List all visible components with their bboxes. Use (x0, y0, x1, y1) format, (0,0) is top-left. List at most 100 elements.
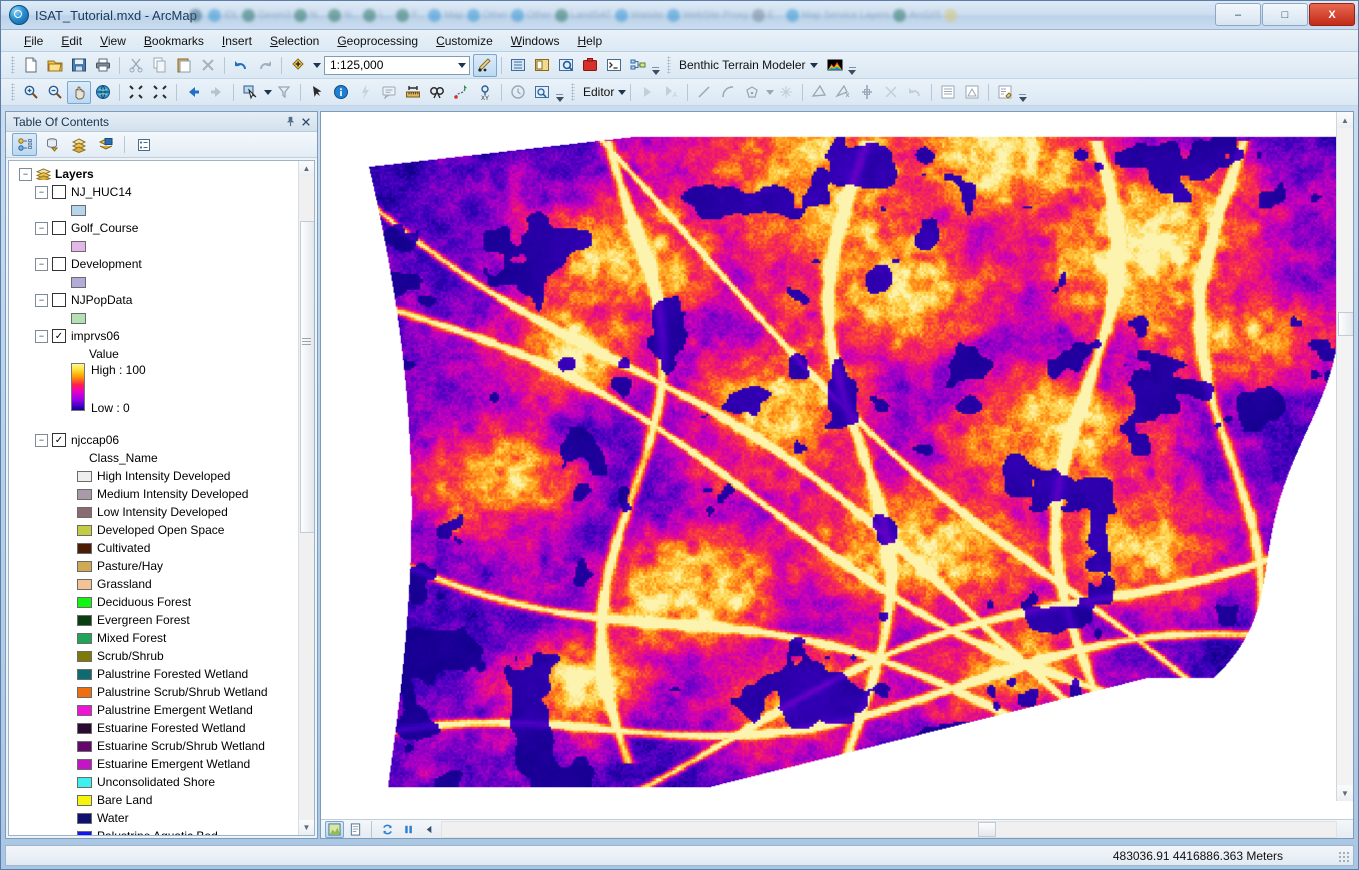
expand-icon[interactable]: − (35, 433, 48, 447)
toc-layer-njpopdata[interactable]: − NJPopData (15, 291, 299, 309)
maximize-button[interactable]: □ (1262, 3, 1308, 26)
layout-view-icon[interactable] (346, 821, 365, 838)
toc-class-item[interactable]: Cultivated (15, 539, 299, 557)
editor-dropdown-icon[interactable] (618, 89, 627, 95)
create-viewer-window-icon[interactable] (530, 81, 554, 104)
tools-toolbar-overflow-icon[interactable] (554, 82, 565, 102)
toc-root-layers[interactable]: − Layers (15, 165, 299, 183)
editor-menu-label[interactable]: Editor (579, 85, 618, 99)
hyperlink-icon[interactable] (353, 81, 377, 104)
map-scale-combo[interactable]: 1:125,000 (324, 55, 470, 75)
expand-icon[interactable]: − (19, 167, 32, 181)
undo-icon[interactable] (229, 54, 253, 77)
toc-layer-nj_huc14[interactable]: − NJ_HUC14 (15, 183, 299, 201)
close-button[interactable]: X (1309, 3, 1355, 26)
map-hscrollbar-thumb[interactable] (978, 822, 997, 837)
back-extent-icon[interactable] (181, 81, 205, 104)
menu-item-bookmarks[interactable]: Bookmarks (135, 32, 213, 50)
curve-segment-icon[interactable] (716, 81, 740, 104)
python-window-icon[interactable] (602, 54, 626, 77)
time-slider-icon[interactable] (506, 81, 530, 104)
chevron-down-icon[interactable] (458, 62, 466, 68)
background-window-item[interactable]: Geom3 (242, 8, 291, 22)
toc-class-item[interactable]: Low Intensity Developed (15, 503, 299, 521)
search-icon[interactable] (554, 54, 578, 77)
save-icon[interactable] (67, 54, 91, 77)
rotate-tool-icon[interactable] (879, 81, 903, 104)
edit-annotation-icon[interactable]: A (659, 81, 683, 104)
toc-layer-golf_course[interactable]: − Golf_Course (15, 219, 299, 237)
map-vertical-scrollbar[interactable]: ▲ ▼ (1336, 112, 1353, 801)
menu-item-geoprocessing[interactable]: Geoprocessing (328, 32, 427, 50)
map-scrollbar-thumb[interactable] (1338, 312, 1353, 336)
edit-vertices-icon[interactable] (774, 81, 798, 104)
benthic-toolbar-overflow-icon[interactable] (847, 55, 858, 75)
background-window-item[interactable]: L... (362, 8, 393, 22)
menu-item-edit[interactable]: Edit (52, 32, 91, 50)
toc-class-item[interactable]: Mixed Forest (15, 629, 299, 647)
data-view-icon[interactable] (325, 820, 344, 838)
toc-class-item[interactable]: Evergreen Forest (15, 611, 299, 629)
find-icon[interactable] (425, 81, 449, 104)
background-window-item[interactable]: ArcGIS (892, 8, 941, 22)
toc-class-item[interactable]: High Intensity Developed (15, 467, 299, 485)
map-data-view[interactable]: ▲ ▼ (321, 112, 1353, 819)
menu-item-view[interactable]: View (91, 32, 135, 50)
toc-class-item[interactable]: Water (15, 809, 299, 827)
editor-toolbar-icon[interactable] (473, 53, 497, 77)
paste-icon[interactable] (172, 54, 196, 77)
add-data-icon[interactable] (286, 54, 310, 77)
pause-drawing-icon[interactable] (399, 821, 418, 838)
zoom-out-icon[interactable] (43, 81, 67, 104)
expand-icon[interactable]: − (35, 221, 48, 235)
arctoolbox-icon[interactable] (578, 54, 602, 77)
background-window-item[interactable]: LandSAT (554, 8, 612, 22)
pan-icon[interactable] (67, 80, 91, 104)
select-features-dropdown-icon[interactable] (264, 89, 272, 95)
print-icon[interactable] (91, 54, 115, 77)
full-extent-icon[interactable] (91, 81, 115, 104)
find-route-icon[interactable] (449, 81, 473, 104)
benthic-dropdown-icon[interactable] (809, 62, 818, 68)
background-window-item[interactable]: Other (466, 8, 508, 22)
select-features-icon[interactable] (238, 81, 262, 104)
menu-item-file[interactable]: File (15, 32, 52, 50)
toc-class-item[interactable]: Deciduous Forest (15, 593, 299, 611)
delete-icon[interactable] (196, 54, 220, 77)
list-by-selection-icon[interactable] (93, 133, 118, 156)
table-of-contents-icon[interactable] (506, 54, 530, 77)
minimize-button[interactable]: – (1215, 3, 1261, 26)
construction-tool-icon[interactable] (740, 81, 764, 104)
toc-scrollbar-thumb[interactable] (300, 221, 314, 533)
background-window-item[interactable]: Map Service Layers (785, 8, 890, 22)
toc-layer-njccap06[interactable]: − ✓ njccap06 (15, 431, 299, 449)
edit-tool-icon[interactable] (635, 81, 659, 104)
map-scroll-up-icon[interactable]: ▲ (1337, 112, 1353, 128)
cut-polygons-icon[interactable] (831, 81, 855, 104)
background-window-item[interactable]: Watsite (614, 8, 664, 22)
toc-class-item[interactable]: Estuarine Forested Wetland (15, 719, 299, 737)
menu-item-selection[interactable]: Selection (261, 32, 328, 50)
toc-vertical-scrollbar[interactable]: ▲ ▼ (298, 161, 314, 835)
construction-dropdown-icon[interactable] (766, 89, 775, 95)
close-icon[interactable] (298, 114, 313, 129)
toc-class-item[interactable]: Estuarine Emergent Wetland (15, 755, 299, 773)
zoom-in-icon[interactable] (19, 81, 43, 104)
standard-toolbar-overflow-icon[interactable] (650, 55, 661, 75)
clear-selection-icon[interactable] (272, 81, 296, 104)
add-data-dropdown-icon[interactable] (313, 62, 321, 68)
pin-icon[interactable] (283, 114, 298, 129)
map-horizontal-scrollbar[interactable] (441, 821, 1337, 838)
background-window-item[interactable]: E... (751, 8, 783, 22)
toc-class-item[interactable]: Developed Open Space (15, 521, 299, 539)
menu-item-windows[interactable]: Windows (502, 32, 569, 50)
copy-icon[interactable] (148, 54, 172, 77)
toc-class-item[interactable]: Pasture/Hay (15, 557, 299, 575)
new-map-icon[interactable] (19, 54, 43, 77)
background-window-item[interactable]: N... (328, 8, 360, 22)
background-window-item[interactable]: Map (428, 8, 464, 22)
cut-icon[interactable] (124, 54, 148, 77)
measure-icon[interactable] (401, 81, 425, 104)
list-by-source-icon[interactable] (39, 133, 64, 156)
background-window-item[interactable]: Other (510, 8, 552, 22)
